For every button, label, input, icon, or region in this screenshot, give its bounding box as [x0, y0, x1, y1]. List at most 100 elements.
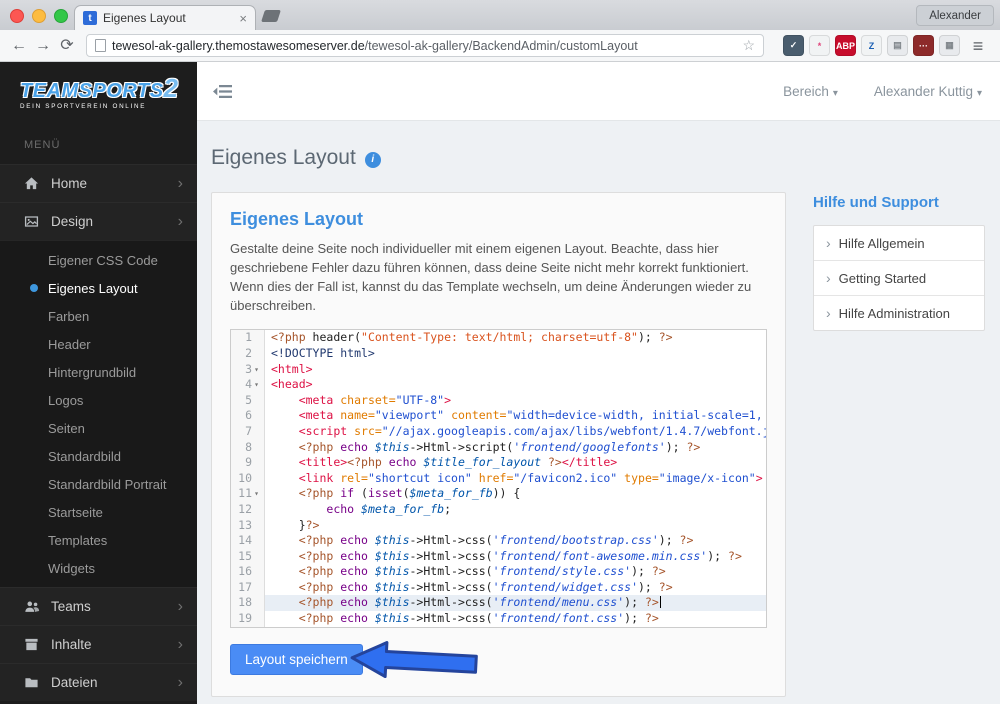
code-line-9[interactable]: 9 <title><?php echo $title_for_layout ?>… [231, 455, 766, 471]
sidebar-subitem-eigener-css-code[interactable]: Eigener CSS Code [0, 246, 197, 274]
help-list: › Hilfe Allgemein › Getting Started › Hilfe A… [813, 225, 985, 331]
info-icon[interactable]: i [364, 151, 381, 168]
sidebar-item-design[interactable]: Design › [0, 202, 197, 240]
help-link-getting-started[interactable]: › Getting Started [814, 261, 984, 296]
code-line-12[interactable]: 12 echo $meta_for_fb; [231, 501, 766, 518]
sidebar: TEAMSPORTS2 DEIN SPORTVEREIN ONLINE MENÜ… [0, 62, 197, 704]
sidebar-subitem-farben[interactable]: Farben [0, 302, 197, 330]
code-line-1[interactable]: 1 <?php header("Content-Type: text/html; … [231, 330, 766, 346]
user-dropdown[interactable]: Alexander Kuttig ▾ [874, 84, 982, 99]
tab-close-icon[interactable]: × [239, 11, 247, 26]
code-line-14[interactable]: 14 <?php echo $this->Html->css('frontend… [231, 533, 766, 549]
sidebar-subitem-seiten[interactable]: Seiten [0, 414, 197, 442]
sidebar-subitem-label: Eigenes Layout [48, 280, 138, 296]
reload-button[interactable]: ⟳ [56, 30, 78, 61]
capture-extension-icon[interactable]: ✓ [783, 35, 804, 56]
bereich-dropdown[interactable]: Bereich ▾ [783, 84, 838, 99]
line-number: 1 [231, 330, 265, 346]
code-line-text: <html> [271, 361, 313, 376]
sidebar-subitem-standardbild-portrait[interactable]: Standardbild Portrait [0, 470, 197, 498]
help-link-hilfe-administration[interactable]: › Hilfe Administration [814, 296, 984, 330]
sidebar-subitem-templates[interactable]: Templates [0, 526, 197, 554]
fold-marker-icon: ▾ [254, 380, 259, 390]
inhalte-icon [24, 637, 51, 652]
forward-button[interactable]: → [32, 30, 54, 61]
sidebar-subitem-label: Farben [48, 308, 90, 324]
home-icon [24, 176, 51, 191]
sidebar-subitem-label: Templates [48, 532, 108, 548]
code-line-8[interactable]: 8 <?php echo $this->Html->script('fronte… [231, 439, 766, 456]
bookmark-star-icon[interactable]: ☆ [742, 37, 755, 54]
line-number: 4 ▾ [231, 377, 265, 393]
app-logo[interactable]: TEAMSPORTS2 DEIN SPORTVEREIN ONLINE [0, 62, 197, 124]
code-line-7[interactable]: 7 <script src="//ajax.googleapis.com/aja… [231, 423, 766, 440]
code-line-5[interactable]: 5 <meta charset="UTF-8"> [231, 392, 766, 409]
fold-marker-icon: ▾ [254, 364, 259, 374]
new-tab-button[interactable] [261, 10, 281, 22]
code-line-text: <?php echo $this->Html->script('frontend… [298, 439, 701, 454]
sidebar-item-home[interactable]: Home › [0, 164, 197, 202]
notes-extension-icon[interactable]: ▤ [887, 35, 908, 56]
sidebar-subitem-hintergrundbild[interactable]: Hintergrundbild [0, 358, 197, 386]
code-line-18[interactable]: 18 <?php echo $this->Html->css('frontend… [231, 595, 766, 612]
teams-icon [24, 599, 51, 614]
page-title: Eigenes Layout i [211, 146, 986, 170]
sidebar-item-dateien[interactable]: Dateien › [0, 663, 197, 701]
code-line-13[interactable]: 13 }?> [231, 517, 766, 534]
code-line-16[interactable]: 16 <?php echo $this->Html->css('frontend… [231, 564, 766, 580]
grid-extension-icon[interactable]: ▦ [939, 35, 960, 56]
adblock-plus-extension-icon[interactable]: ABP [835, 35, 856, 56]
share-extension-icon[interactable]: * [809, 35, 830, 56]
address-bar[interactable]: tewesol-ak-gallery.themostawesomeserver.… [86, 34, 764, 57]
sidebar-subitem-standardbild[interactable]: Standardbild [0, 442, 197, 470]
profile-button[interactable]: Alexander [916, 5, 994, 26]
dots-extension-icon[interactable]: ··· [913, 35, 934, 56]
sidebar-subitem-header[interactable]: Header [0, 330, 197, 358]
sidebar-subitem-label: Logos [48, 392, 84, 408]
browser-toolbar: ← → ⟳ tewesol-ak-gallery.themostawesomes… [0, 30, 1000, 62]
line-number: 19 [231, 611, 265, 627]
save-layout-button[interactable]: Layout speichern [230, 643, 363, 675]
help-link-label: Hilfe Allgemein [838, 235, 925, 251]
browser-tab[interactable]: t Eigenes Layout × [74, 5, 256, 30]
browser-menu-icon[interactable]: ≡ [966, 33, 990, 59]
sidebar-toggle-button[interactable] [213, 84, 232, 104]
window-zoom-button[interactable] [54, 9, 68, 23]
code-line-text: <?php echo $this->Html->css('frontend/fo… [298, 548, 742, 563]
code-line-text: <head> [271, 377, 313, 392]
line-number: 2 [231, 345, 265, 362]
code-line-4[interactable]: 4 ▾ <head> [231, 377, 766, 393]
help-link-hilfe-allgemein[interactable]: › Hilfe Allgemein [814, 226, 984, 261]
active-dot-icon [30, 284, 38, 292]
chevron-right-icon: › [177, 597, 183, 615]
code-line-19[interactable]: 19 <?php echo $this->Html->css('frontend… [231, 611, 766, 627]
zotero-extension-icon[interactable]: Z [861, 35, 882, 56]
code-editor[interactable]: 1 <?php header("Content-Type: text/html; … [230, 329, 767, 628]
code-line-text: <?php echo $this->Html->css('frontend/st… [298, 564, 666, 579]
chevron-right-icon: › [826, 270, 831, 286]
window-controls [10, 9, 68, 23]
sidebar-subitem-widgets[interactable]: Widgets [0, 554, 197, 582]
code-line-text: <link rel="shortcut icon" href="/favicon… [298, 470, 763, 485]
code-line-3[interactable]: 3 ▾ <html> [231, 361, 766, 378]
code-line-10[interactable]: 10 <link rel="shortcut icon" href="/favi… [231, 470, 766, 487]
sidebar-subitem-eigenes-layout[interactable]: Eigenes Layout [0, 274, 197, 302]
code-line-text: <!DOCTYPE html> [271, 345, 375, 360]
code-line-6[interactable]: 6 <meta name="viewport" content="width=d… [231, 408, 766, 424]
code-line-2[interactable]: 2 <!DOCTYPE html> [231, 345, 766, 362]
sidebar-item-inhalte[interactable]: Inhalte › [0, 625, 197, 663]
code-line-17[interactable]: 17 <?php echo $this->Html->css('frontend… [231, 579, 766, 596]
line-number: 14 [231, 533, 265, 549]
panel-description: Gestalte deine Seite noch individueller … [230, 241, 752, 313]
line-number: 15 [231, 548, 265, 565]
back-button[interactable]: ← [8, 30, 30, 61]
window-minimize-button[interactable] [32, 9, 46, 23]
window-close-button[interactable] [10, 9, 24, 23]
sidebar-item-teams[interactable]: Teams › [0, 587, 197, 625]
code-line-text: <?php echo $this->Html->css('frontend/me… [265, 595, 766, 612]
code-line-11[interactable]: 11 ▾ <?php if (isset($meta_for_fb)) { [231, 486, 766, 502]
main-area: Bereich ▾ Alexander Kuttig ▾ Eigenes Layou… [197, 62, 1000, 704]
code-line-15[interactable]: 15 <?php echo $this->Html->css('frontend… [231, 548, 766, 565]
sidebar-subitem-startseite[interactable]: Startseite [0, 498, 197, 526]
sidebar-subitem-logos[interactable]: Logos [0, 386, 197, 414]
